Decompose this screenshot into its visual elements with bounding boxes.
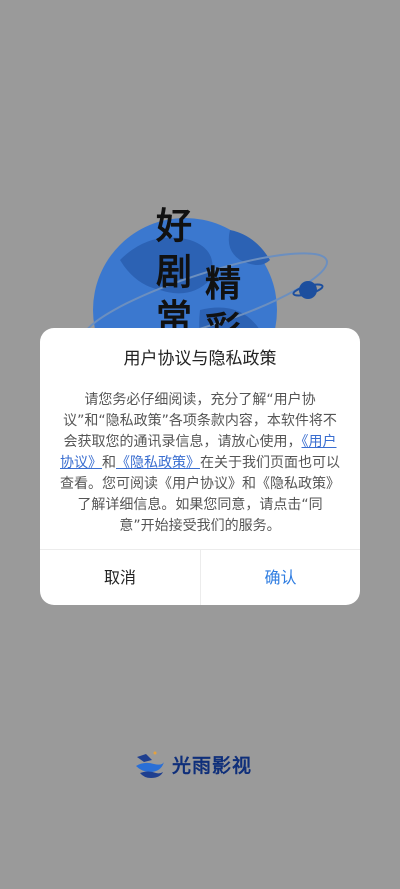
dialog-text-1: 请您务必仔细阅读，充分了解“用户协议”和“隐私政策”各项条款内容，本软件将不会获… (63, 392, 337, 450)
privacy-dialog: 用户协议与隐私政策 请您务必仔细阅读，充分了解“用户协议”和“隐私政策”各项条款… (40, 328, 360, 605)
confirm-button[interactable]: 确认 (201, 550, 360, 605)
brand-name: 光雨影视 (172, 754, 253, 777)
guangyu-logo-icon (136, 751, 164, 778)
slogan-text-1: 好剧常 (155, 206, 192, 339)
cancel-button[interactable]: 取消 (40, 550, 200, 605)
dialog-text-and: 和 (102, 455, 116, 471)
privacy-policy-link[interactable]: 《隐私政策》 (116, 455, 200, 471)
dialog-message: 请您务必仔细阅读，充分了解“用户协议”和“隐私政策”各项条款内容，本软件将不会获… (60, 390, 340, 537)
brand-logo: 光雨影视 (134, 747, 252, 781)
dialog-title: 用户协议与隐私政策 (123, 349, 277, 369)
